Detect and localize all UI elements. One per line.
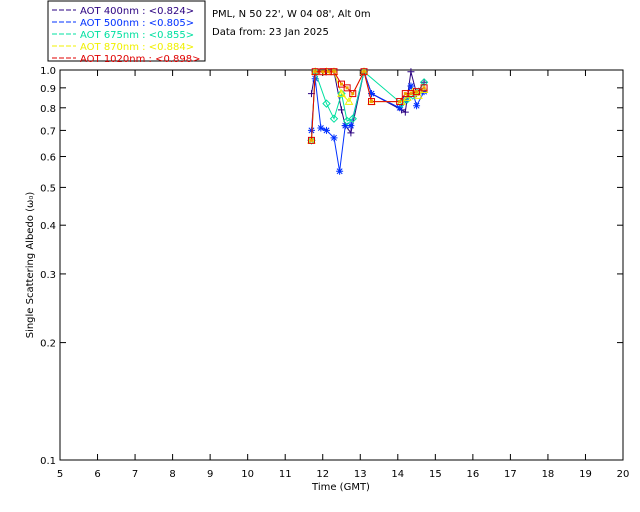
axes: 5 6 7 8 9 10 11 12 13 14 15 16 17 18 19 20 0.1 0.2 0.3 0.4 0… <box>40 66 629 480</box>
data-point-fill <box>422 86 426 90</box>
chart-title-line-2: Data from: 23 Jan 2025 <box>212 27 329 38</box>
x-tick-label: 13 <box>354 469 367 480</box>
data-point <box>322 126 330 134</box>
legend-label: AOT 400nm : <0.824> <box>80 6 194 17</box>
data-point-fill <box>398 100 402 104</box>
x-tick-label: 7 <box>132 469 138 480</box>
data-point-fill <box>326 70 330 74</box>
x-tick-label: 18 <box>542 469 555 480</box>
y-axis-label: Single Scattering Albedo (ω₀) <box>25 192 36 339</box>
legend-label: AOT 500nm : <0.805> <box>80 18 194 29</box>
data-point <box>336 167 344 175</box>
data-point-fill <box>403 92 407 96</box>
x-tick-label: 17 <box>504 469 517 480</box>
y-tick-label: 0.3 <box>40 270 56 281</box>
data-point-fill <box>309 138 313 142</box>
plot-area <box>307 67 429 175</box>
legend-label: AOT 675nm : <0.855> <box>80 30 194 41</box>
y-tick-label: 0.2 <box>40 339 56 350</box>
data-point-fill <box>332 70 336 74</box>
x-tick-label: 12 <box>316 469 329 480</box>
x-axis-label: Time (GMT) <box>311 482 370 493</box>
x-tick-label: 20 <box>617 469 630 480</box>
y-tick-label: 0.7 <box>40 126 56 137</box>
data-point-fill <box>340 82 343 86</box>
y-tick-label: 0.1 <box>40 456 56 467</box>
data-point <box>330 134 338 142</box>
data-point <box>407 68 415 76</box>
data-point-fill <box>351 92 355 96</box>
x-tick-label: 11 <box>279 469 292 480</box>
y-tick-label: 1.0 <box>40 66 56 77</box>
x-tick-label: 5 <box>57 469 63 480</box>
data-point-fill <box>415 90 419 94</box>
data-point-fill <box>313 70 317 74</box>
y-tick-label: 0.8 <box>40 104 56 115</box>
data-point-fill <box>321 70 325 74</box>
legend-label: AOT 870nm : <0.884> <box>80 42 194 53</box>
x-tick-label: 19 <box>579 469 592 480</box>
x-tick-label: 16 <box>466 469 479 480</box>
x-tick-label: 8 <box>169 469 175 480</box>
data-point-fill <box>370 100 374 104</box>
data-point-fill <box>362 70 366 74</box>
x-tick-label: 6 <box>94 469 100 480</box>
data-point-fill <box>409 92 413 96</box>
y-tick-label: 0.5 <box>40 183 56 194</box>
y-tick-label: 0.4 <box>40 221 56 232</box>
chart-title-line-1: PML, N 50 22', W 04 08', Alt 0m <box>212 9 371 20</box>
data-point-fill <box>345 86 349 90</box>
chart: AOT 400nm : <0.824>AOT 500nm : <0.805>AO… <box>25 0 629 493</box>
y-tick-label: 0.9 <box>40 84 56 95</box>
series-2 <box>307 68 428 175</box>
data-point <box>413 102 421 110</box>
y-tick-label: 0.6 <box>40 153 56 164</box>
plot-frame <box>59 69 624 461</box>
x-tick-label: 9 <box>207 469 213 480</box>
legend-label: AOT 1020nm : <0.898> <box>80 54 200 65</box>
x-tick-label: 14 <box>391 469 404 480</box>
x-tick-label: 10 <box>241 469 254 480</box>
x-tick-label: 15 <box>429 469 442 480</box>
